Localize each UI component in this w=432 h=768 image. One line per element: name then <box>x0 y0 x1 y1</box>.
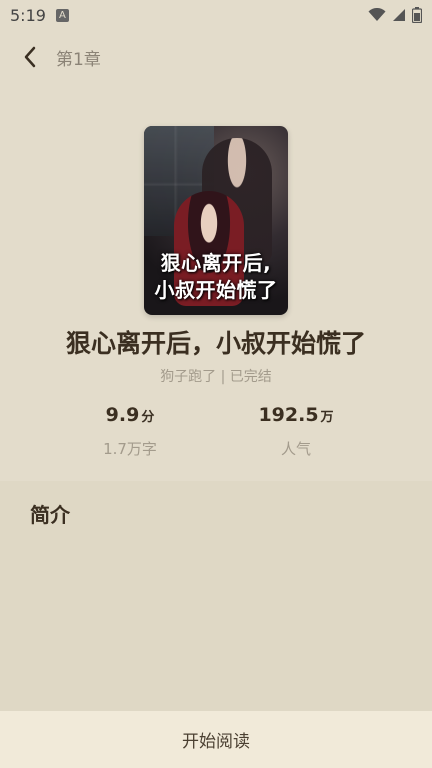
book-cover[interactable]: 狠心离开后, 小叔开始慌了 <box>144 126 288 315</box>
cover-title-line: 小叔开始慌了 <box>154 278 278 302</box>
cover-title-line: 狠心离开后, <box>160 251 272 275</box>
rating-value-row: 9.9 分 <box>50 404 210 426</box>
top-bar: 第1章 <box>0 34 432 80</box>
cover-title-text: 狠心离开后, 小叔开始慌了 <box>144 250 288 304</box>
popularity-label: 人气 <box>280 440 311 458</box>
start-reading-button[interactable]: 开始阅读 <box>152 717 280 762</box>
book-meta: 狗子跑了 | 已完结 <box>160 369 272 385</box>
intro-heading: 简介 <box>30 503 70 527</box>
popularity-unit: 万 <box>320 410 334 425</box>
status-left: 5:19 A <box>10 6 69 25</box>
chevron-left-icon <box>24 46 36 68</box>
word-count: 1.7万字 <box>103 440 157 458</box>
signal-icon <box>393 9 405 21</box>
popularity-stat: 192.5 万 人气 <box>216 404 376 459</box>
battery-icon <box>412 7 422 23</box>
rating-unit: 分 <box>141 410 155 425</box>
wifi-icon <box>368 8 386 21</box>
status-right <box>368 7 422 23</box>
chapter-title[interactable]: 第1章 <box>56 45 101 70</box>
rating-value: 9.9 <box>105 404 140 426</box>
popularity-value-row: 192.5 万 <box>216 404 376 426</box>
book-title: 狠心离开后，小叔开始慌了 <box>65 329 366 358</box>
intro-panel: 简介 <box>0 481 432 711</box>
back-button[interactable] <box>8 35 52 79</box>
popularity-value: 192.5 <box>258 404 319 426</box>
app-notification-icon: A <box>55 8 69 22</box>
bottom-bar: 开始阅读 <box>0 711 432 768</box>
status-bar: 5:19 A <box>0 0 432 30</box>
rating-stat: 9.9 分 1.7万字 <box>50 404 210 459</box>
status-time: 5:19 <box>10 5 46 25</box>
